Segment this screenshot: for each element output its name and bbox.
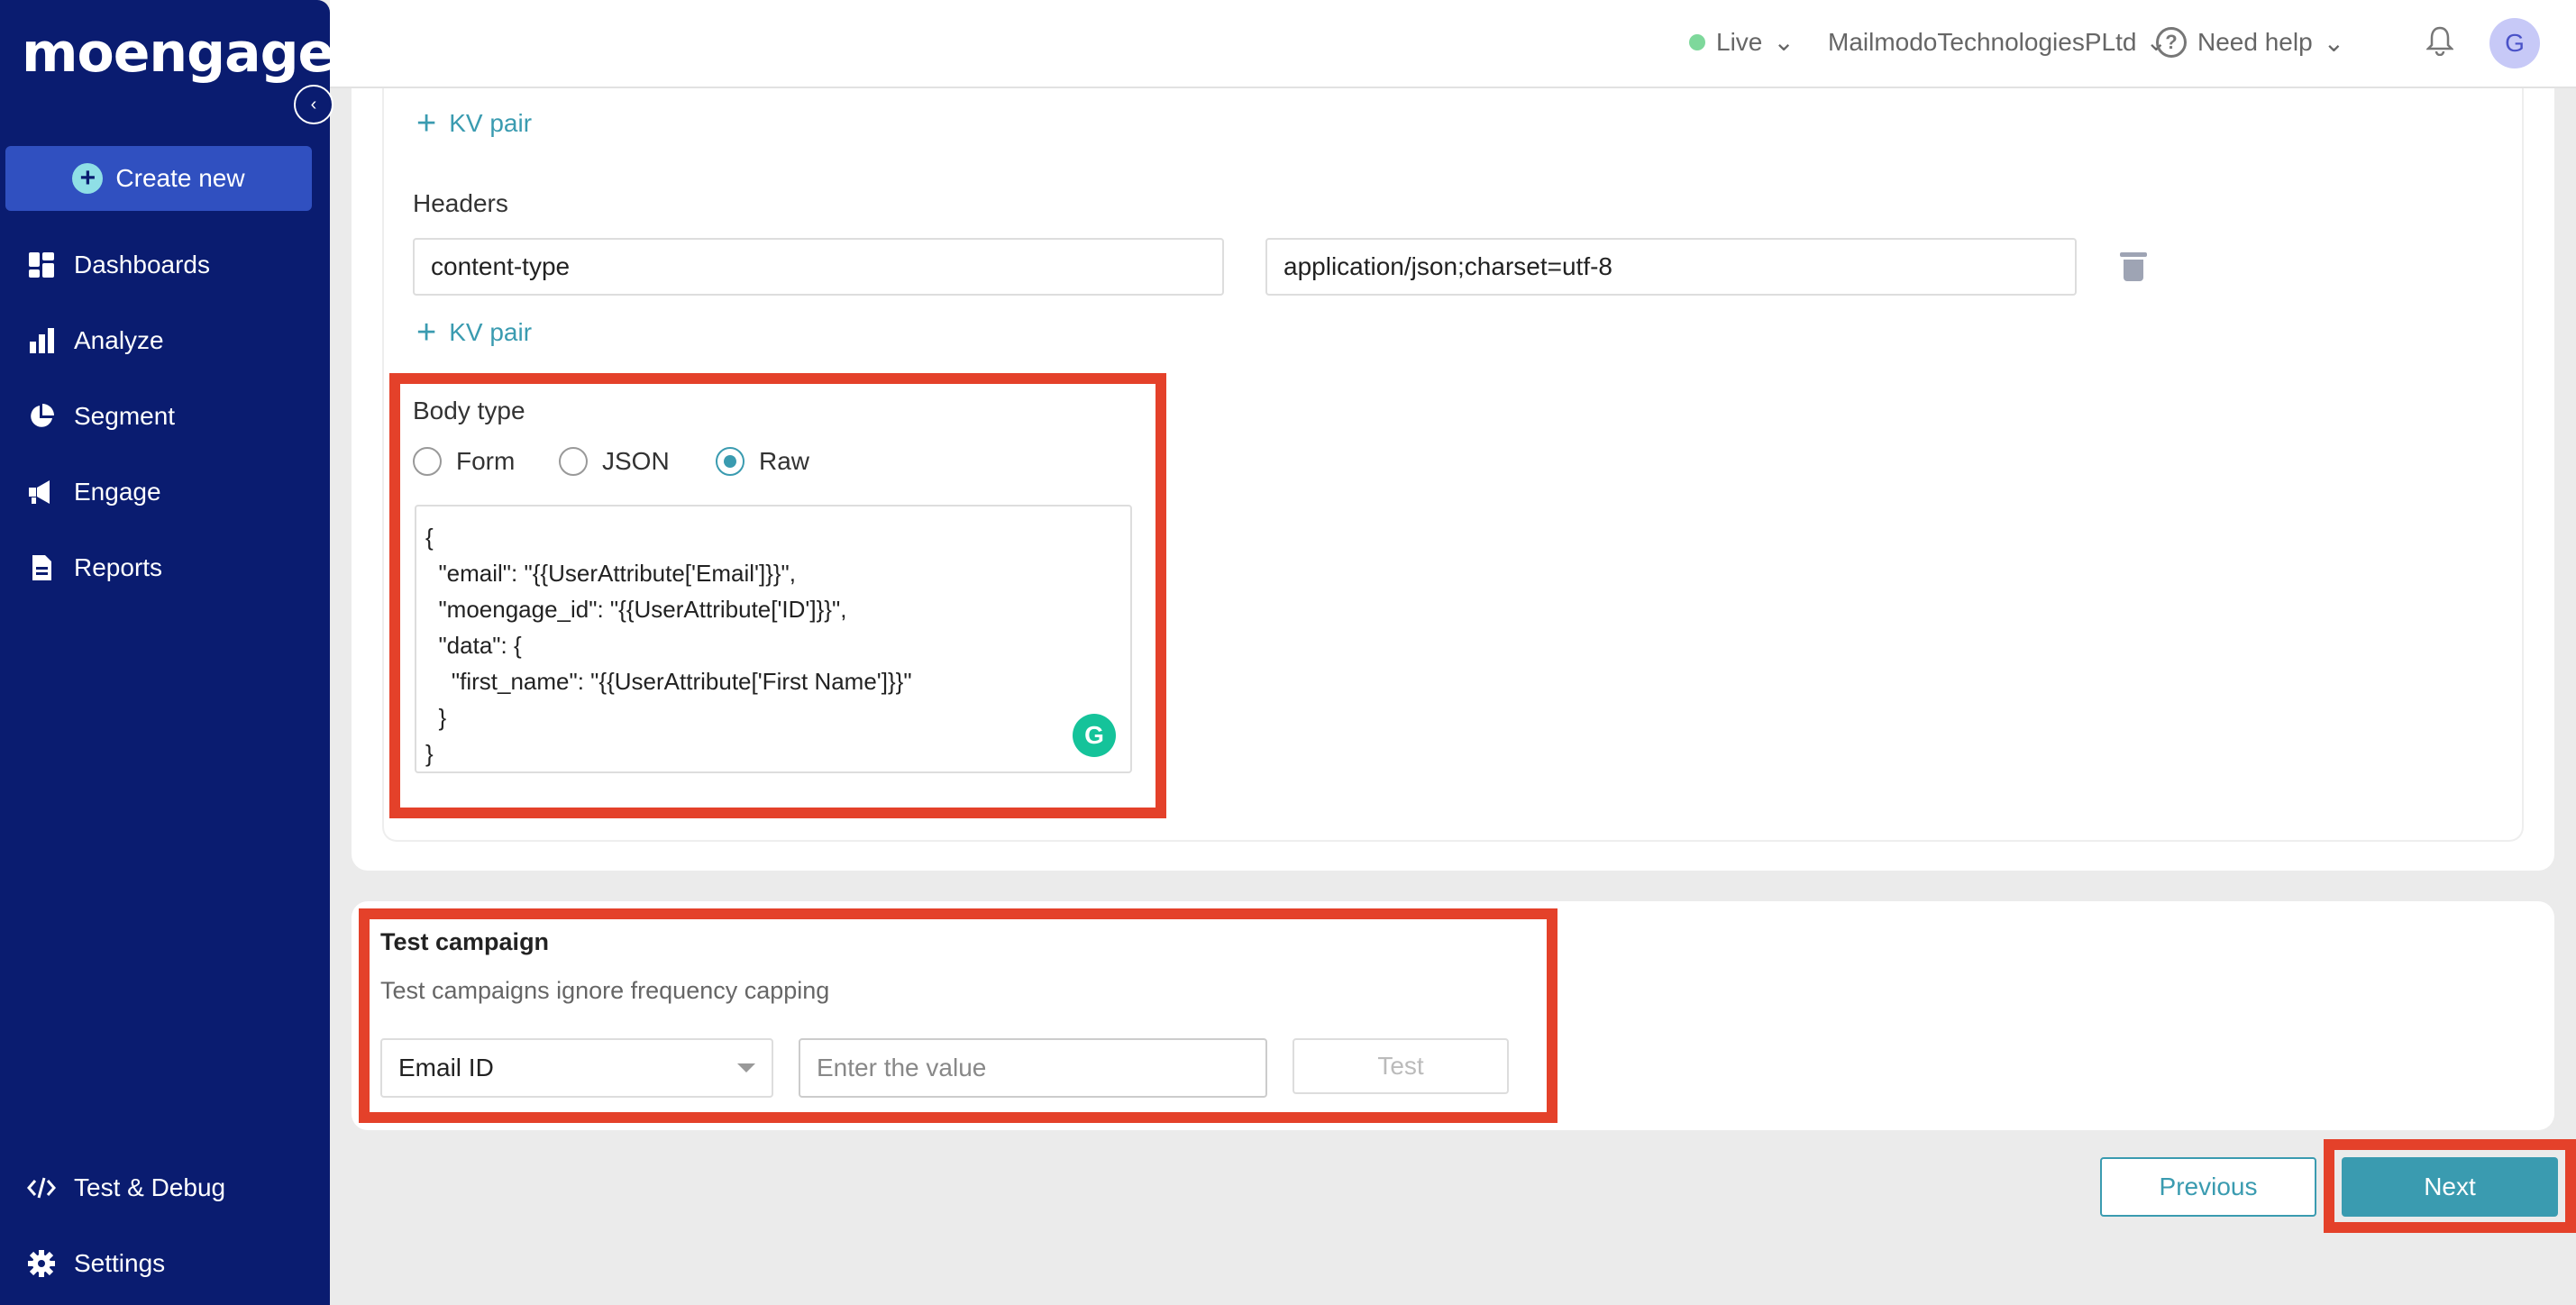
gear-icon: [27, 1249, 56, 1278]
sidebar-item-label: Segment: [74, 402, 176, 430]
code-icon: [27, 1173, 56, 1202]
sidebar-item-label: Reports: [74, 553, 163, 581]
radio-label: JSON: [602, 447, 670, 475]
avatar[interactable]: G: [2489, 18, 2540, 68]
previous-button[interactable]: Previous: [2100, 1157, 2316, 1217]
headers-label: Headers: [413, 189, 508, 217]
account-selector[interactable]: MailmodoTechnologiesPLtd ⌄: [1828, 27, 2167, 57]
test-campaign-subtitle: Test campaigns ignore frequency capping: [380, 977, 830, 1004]
body-type-label: Body type: [413, 397, 525, 424]
plus-icon: +: [416, 105, 437, 142]
grammarly-icon[interactable]: G: [1073, 714, 1116, 757]
radio-label: Form: [456, 447, 516, 475]
account-name: MailmodoTechnologiesPLtd: [1828, 27, 2137, 56]
sidebar: moengage ‹ + Create new Dashboards Analy…: [0, 0, 334, 1305]
environment-label: Live: [1716, 27, 1763, 56]
megaphone-icon: [27, 478, 56, 506]
radio-circle: [413, 447, 442, 476]
sidebar-item-label: Engage: [74, 478, 161, 506]
live-status-dot: [1689, 33, 1705, 50]
sidebar-item-label: Dashboards: [74, 251, 210, 278]
header-key-input[interactable]: content-type: [413, 238, 1224, 296]
sidebar-item-test-debug[interactable]: Test & Debug: [27, 1173, 225, 1202]
sidebar-item-label: Test & Debug: [74, 1173, 226, 1201]
plus-icon: +: [72, 163, 104, 194]
caret-down-icon: [737, 1063, 755, 1072]
body-type-form-radio[interactable]: Form: [413, 447, 515, 476]
document-icon: [27, 553, 56, 582]
need-help-label: Need help: [2197, 28, 2313, 56]
add-header-kv-pair-link[interactable]: + KV pair: [416, 315, 532, 350]
delete-header-trash-icon[interactable]: [2120, 252, 2147, 281]
create-new-button[interactable]: + Create new: [5, 146, 312, 211]
chevron-left-icon: ‹: [310, 94, 317, 114]
sidebar-item-analyze[interactable]: Analyze: [27, 326, 164, 355]
kv-pair-label: KV pair: [449, 318, 533, 346]
sidebar-item-settings[interactable]: Settings: [27, 1249, 165, 1278]
test-button[interactable]: Test: [1293, 1038, 1509, 1094]
sidebar-item-label: Analyze: [74, 326, 164, 354]
chevron-down-icon: ⌄: [2323, 28, 2345, 57]
question-icon: ?: [2156, 27, 2187, 58]
radio-label: Raw: [759, 447, 810, 475]
kv-pair-label: KV pair: [449, 109, 533, 137]
next-button[interactable]: Next: [2342, 1157, 2558, 1217]
bar-chart-icon: [27, 326, 56, 355]
moengage-logo[interactable]: moengage: [22, 22, 334, 85]
top-bar: Live ⌄ MailmodoTechnologiesPLtd ⌄ ? Need…: [330, 0, 2576, 88]
collapse-sidebar-button[interactable]: ‹: [294, 85, 333, 124]
notification-bell-icon[interactable]: [2425, 25, 2455, 63]
body-type-json-radio[interactable]: JSON: [559, 447, 670, 476]
create-new-label: Create new: [115, 164, 245, 192]
body-type-raw-radio[interactable]: Raw: [716, 447, 809, 476]
test-value-input[interactable]: [799, 1038, 1267, 1098]
radio-circle-selected: [716, 447, 744, 476]
sidebar-item-dashboards[interactable]: Dashboards: [27, 251, 210, 279]
select-value: Email ID: [398, 1054, 494, 1081]
sidebar-item-segment[interactable]: Segment: [27, 402, 175, 431]
plus-icon: +: [416, 314, 437, 351]
sidebar-item-label: Settings: [74, 1249, 166, 1277]
test-identifier-select[interactable]: Email ID: [380, 1038, 773, 1098]
dashboard-icon: [27, 251, 56, 279]
header-value-input[interactable]: application/json;charset=utf-8: [1265, 238, 2077, 296]
sidebar-item-reports[interactable]: Reports: [27, 553, 162, 582]
test-campaign-title: Test campaign: [380, 928, 550, 955]
environment-selector[interactable]: Live ⌄: [1689, 27, 1795, 57]
raw-body-textarea[interactable]: { "email": "{{UserAttribute['Email']}}",…: [415, 505, 1132, 773]
sidebar-item-engage[interactable]: Engage: [27, 478, 161, 506]
need-help-menu[interactable]: ? Need help ⌄: [2156, 27, 2344, 58]
add-kv-pair-link[interactable]: + KV pair: [416, 106, 532, 141]
pie-chart-icon: [27, 402, 56, 431]
chevron-down-icon: ⌄: [1773, 28, 1795, 56]
radio-circle: [559, 447, 588, 476]
